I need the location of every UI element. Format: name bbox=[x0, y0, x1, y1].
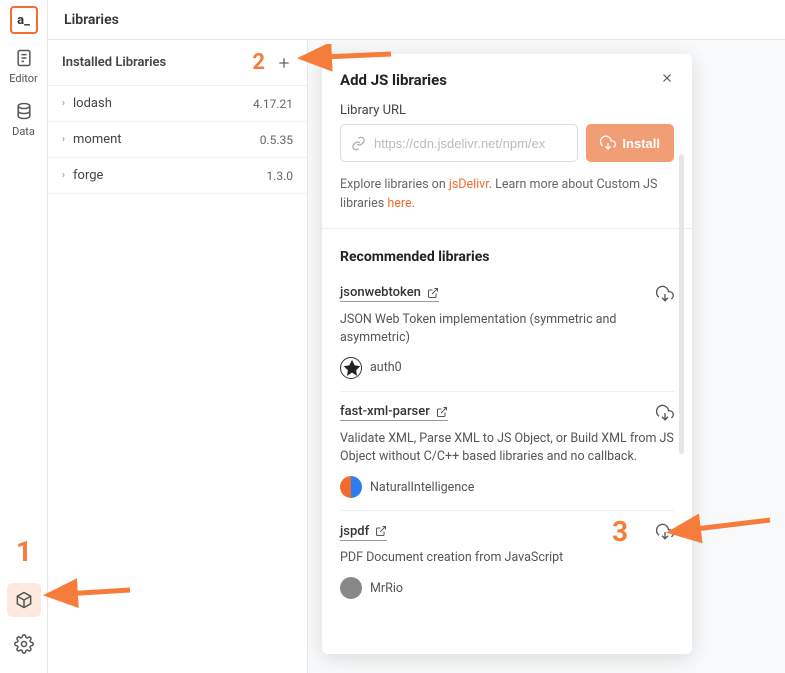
recommended-author: NaturalIntelligence bbox=[340, 476, 674, 498]
add-library-button[interactable] bbox=[275, 54, 293, 72]
recommended-item: jspdf PDF Document creation from JavaScr… bbox=[340, 510, 674, 611]
database-icon bbox=[14, 101, 34, 121]
download-cloud-icon bbox=[600, 135, 616, 151]
library-name: moment bbox=[73, 132, 122, 147]
recommended-item: fast-xml-parser Validate XML, Parse XML … bbox=[340, 391, 674, 510]
recommended-item: jsonwebtoken JSON Web Token implementati… bbox=[340, 273, 674, 391]
link-icon bbox=[351, 136, 366, 151]
library-row[interactable]: › lodash 4.17.21 bbox=[48, 86, 307, 122]
left-sidebar: a_ Editor Data bbox=[0, 0, 48, 673]
install-button-label: Install bbox=[622, 136, 660, 151]
nav-libraries[interactable] bbox=[7, 583, 41, 617]
recommended-title: Recommended libraries bbox=[322, 235, 692, 273]
package-icon bbox=[14, 590, 34, 610]
nav-data-label: Data bbox=[12, 125, 35, 138]
library-url-input-wrap[interactable] bbox=[340, 124, 578, 162]
chevron-right-icon: › bbox=[62, 170, 65, 181]
plus-icon bbox=[276, 55, 292, 71]
library-version: 4.17.21 bbox=[253, 97, 293, 111]
nav-editor-label: Editor bbox=[9, 72, 38, 85]
explore-text: Explore libraries on jsDelivr. Learn mor… bbox=[322, 176, 692, 229]
nav-data[interactable]: Data bbox=[0, 101, 47, 138]
installed-libraries-panel: Installed Libraries 2 › lodash 4.17.21 › m… bbox=[48, 40, 308, 673]
install-button[interactable]: Install bbox=[586, 124, 674, 162]
nav-editor[interactable]: Editor bbox=[0, 48, 47, 85]
library-version: 0.5.35 bbox=[260, 133, 293, 147]
library-url-input[interactable] bbox=[374, 136, 567, 151]
modal-close-button[interactable] bbox=[660, 70, 674, 89]
nav-settings[interactable] bbox=[7, 627, 41, 661]
author-avatar bbox=[340, 476, 362, 498]
download-library-button[interactable] bbox=[656, 523, 674, 541]
download-library-button[interactable] bbox=[656, 285, 674, 303]
library-row[interactable]: › moment 0.5.35 bbox=[48, 122, 307, 158]
docs-link[interactable]: here bbox=[387, 196, 411, 211]
app-logo: a_ bbox=[10, 6, 38, 34]
recommended-list: jsonwebtoken JSON Web Token implementati… bbox=[322, 273, 692, 655]
chevron-right-icon: › bbox=[62, 134, 65, 145]
external-link-icon bbox=[427, 287, 439, 299]
recommended-name-link[interactable]: jsonwebtoken bbox=[340, 285, 439, 302]
installed-libraries-title: Installed Libraries bbox=[62, 55, 166, 70]
recommended-name-link[interactable]: jspdf bbox=[340, 524, 387, 541]
library-version: 1.3.0 bbox=[266, 169, 293, 183]
external-link-icon bbox=[436, 406, 448, 418]
download-library-button[interactable] bbox=[656, 404, 674, 422]
modal-scrollbar[interactable] bbox=[679, 154, 684, 454]
recommended-author: auth0 bbox=[340, 357, 674, 379]
url-field-label: Library URL bbox=[322, 95, 692, 124]
library-name: forge bbox=[73, 168, 103, 183]
recommended-name-link[interactable]: fast-xml-parser bbox=[340, 404, 448, 421]
recommended-desc: PDF Document creation from JavaScript bbox=[340, 549, 674, 567]
annotation-number-2: 2 bbox=[252, 50, 265, 75]
recommended-desc: JSON Web Token implementation (symmetric… bbox=[340, 311, 674, 347]
close-icon bbox=[660, 71, 674, 85]
page-title: Libraries bbox=[64, 12, 119, 28]
library-row[interactable]: › forge 1.3.0 bbox=[48, 158, 307, 194]
chevron-right-icon: › bbox=[62, 98, 65, 109]
add-library-modal: Add JS libraries Library URL Install Exp… bbox=[322, 54, 692, 654]
page-header: Libraries bbox=[48, 0, 785, 40]
modal-title: Add JS libraries bbox=[340, 71, 447, 89]
external-link-icon bbox=[375, 525, 387, 537]
jsdelivr-link[interactable]: jsDelivr bbox=[449, 177, 489, 192]
library-name: lodash bbox=[73, 96, 112, 111]
author-avatar bbox=[340, 577, 362, 599]
installed-libraries-header: Installed Libraries 2 bbox=[48, 40, 307, 86]
author-avatar bbox=[340, 357, 362, 379]
editor-icon bbox=[14, 48, 34, 68]
gear-icon bbox=[14, 634, 34, 654]
recommended-desc: Validate XML, Parse XML to JS Object, or… bbox=[340, 430, 674, 466]
recommended-author: MrRio bbox=[340, 577, 674, 599]
